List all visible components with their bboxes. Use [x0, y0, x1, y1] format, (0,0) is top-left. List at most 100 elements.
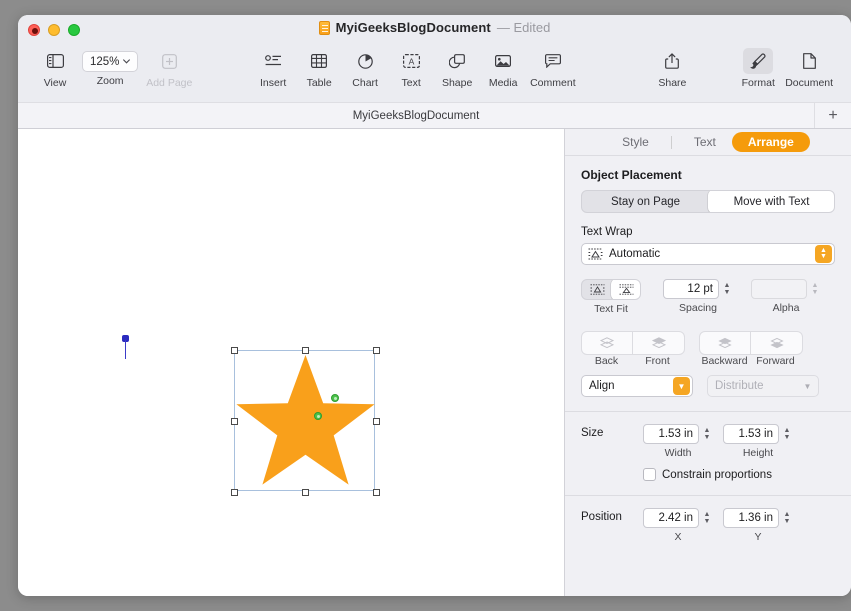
- position-y-input[interactable]: 1.36 in: [723, 508, 779, 528]
- align-label: Align: [589, 380, 615, 392]
- document-tab[interactable]: MyiGeeksBlogDocument: [18, 103, 815, 128]
- spacing-stepper-arrows[interactable]: ▲ ▼: [721, 279, 733, 299]
- spacing-stepper: 12 pt ▲ ▼: [663, 279, 733, 299]
- toolbar-zoom-label: Zoom: [96, 75, 124, 87]
- format-brush-icon: [743, 48, 774, 74]
- toolbar-shape-button[interactable]: Shape: [434, 46, 480, 89]
- toolbar-view-button[interactable]: View: [32, 46, 78, 89]
- position-x-sub-label: X: [674, 531, 682, 543]
- star-shape[interactable]: [225, 341, 386, 502]
- text-fit-group: Text Fit: [581, 279, 641, 315]
- align-dropdown[interactable]: Align ▼: [581, 375, 693, 397]
- shape-selection-box[interactable]: [231, 347, 380, 496]
- alpha-stepper: ▲ ▼: [751, 279, 821, 299]
- spacing-group: 12 pt ▲ ▼ Spacing: [663, 279, 733, 314]
- constrain-proportions-row[interactable]: Constrain proportions: [643, 468, 835, 481]
- toolbar-comment-button[interactable]: Comment: [526, 46, 579, 89]
- height-stepper-arrows[interactable]: ▲ ▼: [781, 424, 793, 444]
- document-canvas[interactable]: [18, 129, 565, 596]
- tab-arrange[interactable]: Arrange: [731, 132, 810, 152]
- backward-label: Backward: [701, 355, 748, 367]
- pages-app-window: MyiGeeksBlogDocument — Edited View 125% …: [18, 15, 851, 596]
- window-titlebar: MyiGeeksBlogDocument — Edited: [18, 15, 851, 43]
- move-with-text-option[interactable]: Move with Text: [708, 191, 834, 212]
- toolbar-table-button[interactable]: Table: [296, 46, 342, 89]
- resize-handle-bottom-right[interactable]: [373, 489, 380, 496]
- distribute-chevron-down-icon[interactable]: ▼: [799, 382, 816, 391]
- position-y-group: 1.36 in ▲ ▼ Y: [723, 508, 793, 543]
- toolbar-chart-button[interactable]: Chart: [342, 46, 388, 89]
- send-backward-button[interactable]: [700, 332, 751, 354]
- width-stepper: 1.53 in ▲ ▼: [643, 424, 713, 444]
- alpha-stepper-arrows[interactable]: ▲ ▼: [809, 279, 821, 299]
- zoom-dropdown[interactable]: 125%: [81, 51, 139, 72]
- resize-handle-bottom-left[interactable]: [231, 489, 238, 496]
- inspector-divider-2: [565, 495, 851, 496]
- resize-handle-middle-right[interactable]: [373, 418, 380, 425]
- resize-handle-middle-left[interactable]: [231, 418, 238, 425]
- resize-handle-top-left[interactable]: [231, 347, 238, 354]
- document-icon: [796, 48, 823, 74]
- text-wrap-dropdown[interactable]: Automatic ▲ ▼: [581, 243, 835, 265]
- toolbar-document-button[interactable]: Document: [781, 46, 837, 89]
- inspector-divider-1: [565, 411, 851, 412]
- text-fit-around-icon: [590, 284, 604, 295]
- toolbar-shape-label: Shape: [441, 77, 473, 89]
- toolbar-share-button[interactable]: Share: [649, 46, 695, 89]
- width-input[interactable]: 1.53 in: [643, 424, 699, 444]
- bring-to-front-button[interactable]: [633, 332, 684, 354]
- constrain-proportions-checkbox[interactable]: [643, 468, 656, 481]
- forward-label: Forward: [756, 355, 795, 367]
- spacing-input[interactable]: 12 pt: [663, 279, 719, 299]
- height-stepper: 1.53 in ▲ ▼: [723, 424, 793, 444]
- toolbar-media-button[interactable]: Media: [480, 46, 526, 89]
- text-fit-above-below-option[interactable]: [611, 280, 640, 299]
- toolbar-add-page-button[interactable]: Add Page: [142, 46, 196, 89]
- bring-forward-button[interactable]: [751, 332, 802, 354]
- tab-text[interactable]: Text: [678, 132, 732, 152]
- toolbar-zoom-control[interactable]: 125% Zoom: [78, 46, 142, 87]
- position-x-stepper-arrows[interactable]: ▲ ▼: [701, 508, 713, 528]
- position-y-sub-label: Y: [754, 531, 762, 543]
- toolbar-text-button[interactable]: A Text: [388, 46, 434, 89]
- chevron-down-icon: [123, 59, 131, 64]
- text-fit-around-option[interactable]: [582, 280, 612, 299]
- star-inner-radius-control-handle[interactable]: [314, 412, 322, 420]
- align-chevron-down-icon[interactable]: ▼: [673, 377, 690, 395]
- height-input[interactable]: 1.53 in: [723, 424, 779, 444]
- toolbar-chart-label: Chart: [352, 77, 378, 89]
- tab-style[interactable]: Style: [606, 132, 665, 152]
- backward-forward-labels: Backward Forward: [699, 355, 803, 367]
- width-stepper-arrows[interactable]: ▲ ▼: [701, 424, 713, 444]
- position-y-stepper-arrows[interactable]: ▲ ▼: [781, 508, 793, 528]
- position-x-group: 2.42 in ▲ ▼ X: [643, 508, 713, 543]
- send-to-back-button[interactable]: [582, 332, 633, 354]
- new-tab-button[interactable]: +: [815, 103, 851, 128]
- stay-on-page-option[interactable]: Stay on Page: [582, 191, 709, 212]
- add-page-icon: [155, 48, 184, 74]
- toolbar-share-label: Share: [658, 77, 687, 89]
- star-points-control-handle[interactable]: [331, 394, 339, 402]
- toolbar-format-button[interactable]: Format: [735, 46, 781, 89]
- share-icon: [658, 48, 686, 74]
- size-label: Size: [581, 427, 604, 439]
- back-label: Back: [594, 355, 619, 367]
- text-fit-label: Text Fit: [594, 303, 628, 315]
- media-image-icon: [488, 48, 518, 74]
- size-row: Size 1.53 in ▲ ▼ Width 1.53 in ▲ ▼ Heigh…: [581, 424, 835, 459]
- text-box-icon: A: [396, 48, 427, 74]
- zoom-value: 125%: [89, 55, 120, 68]
- toolbar-insert-button[interactable]: Insert: [250, 46, 296, 89]
- main-toolbar: View 125% Zoom Add Page Insert Table Cha…: [18, 43, 851, 102]
- resize-handle-top-center[interactable]: [302, 347, 309, 354]
- text-fit-segmented-control: [581, 279, 641, 300]
- text-wrap-stepper-arrows[interactable]: ▲ ▼: [815, 245, 832, 263]
- sidebar-icon: [40, 48, 71, 74]
- position-x-input[interactable]: 2.42 in: [643, 508, 699, 528]
- position-label: Position: [581, 511, 622, 523]
- distribute-dropdown[interactable]: Distribute ▼: [707, 375, 819, 397]
- alpha-input[interactable]: [751, 279, 807, 299]
- resize-handle-top-right[interactable]: [373, 347, 380, 354]
- resize-handle-bottom-center[interactable]: [302, 489, 309, 496]
- layer-order-row: Back Front Backward Forward: [581, 331, 835, 367]
